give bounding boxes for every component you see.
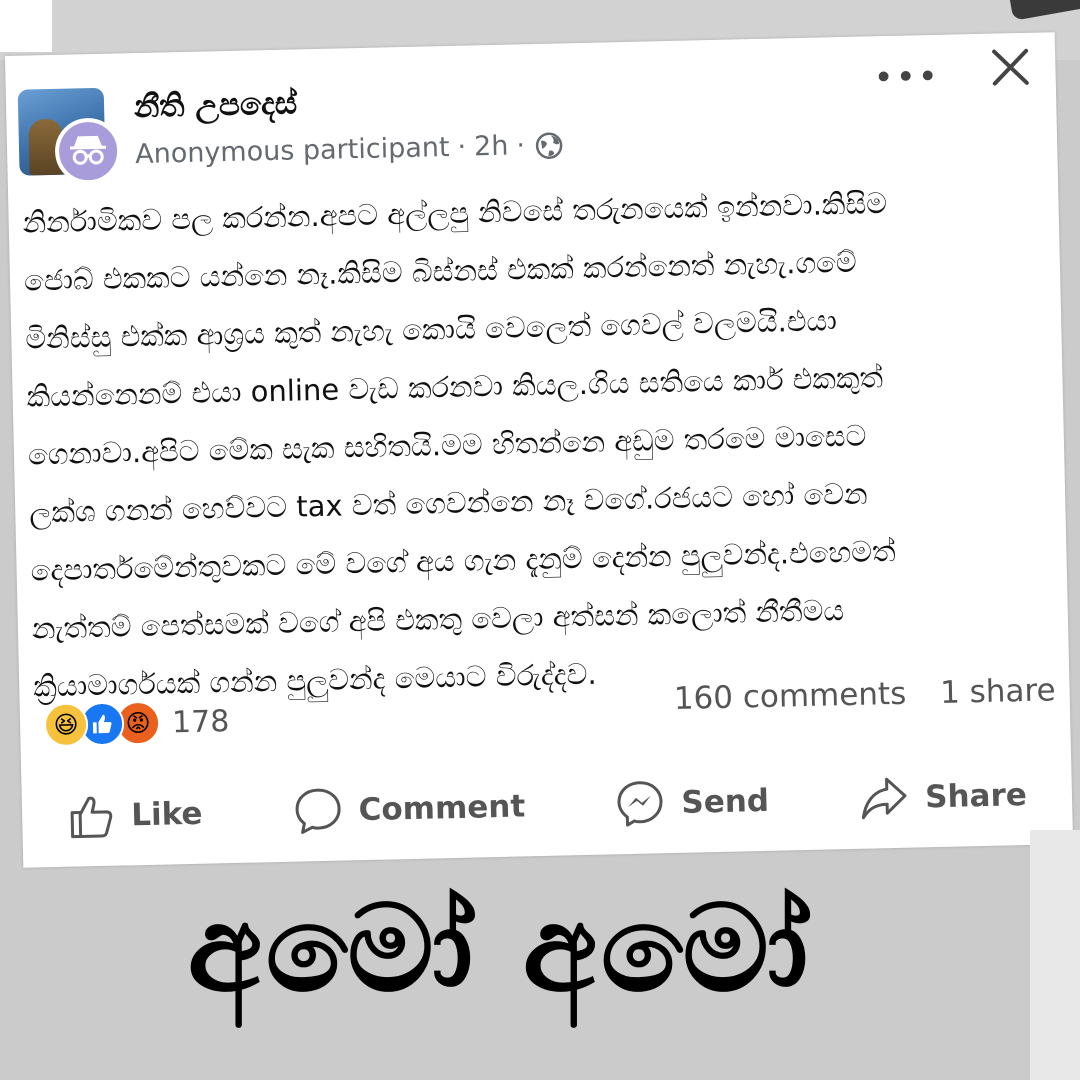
like-label: Like bbox=[130, 795, 203, 834]
send-label: Send bbox=[680, 782, 770, 821]
globe-icon bbox=[535, 131, 563, 159]
comments-count[interactable]: 160 comments bbox=[673, 676, 906, 717]
close-icon[interactable] bbox=[990, 47, 1031, 88]
comment-button[interactable]: Comment bbox=[292, 781, 526, 836]
reaction-count[interactable]: 178 bbox=[172, 704, 230, 740]
haha-reaction-icon: 😆 bbox=[43, 702, 89, 748]
post-meta: Anonymous participant · 2h · bbox=[135, 129, 563, 170]
background-edge bbox=[1030, 830, 1080, 1080]
send-button[interactable]: Send bbox=[615, 776, 770, 829]
thumbs-up-icon bbox=[70, 796, 113, 839]
share-button[interactable]: Share bbox=[859, 772, 1028, 822]
comment-label: Comment bbox=[358, 788, 526, 829]
meme-caption: අමෝ අමෝ bbox=[187, 880, 813, 1019]
more-options-icon[interactable]: ••• bbox=[873, 57, 940, 98]
meta-separator: · bbox=[516, 130, 526, 162]
action-bar: Like Comment Send Share bbox=[22, 764, 1073, 848]
anonymous-avatar bbox=[54, 117, 122, 185]
incognito-icon bbox=[69, 135, 107, 165]
meta-separator: · bbox=[457, 131, 467, 163]
messenger-icon bbox=[617, 781, 663, 827]
share-label: Share bbox=[924, 777, 1028, 816]
reactions-summary[interactable]: 😆 😡 178 bbox=[43, 699, 230, 748]
shares-count[interactable]: 1 share bbox=[940, 672, 1056, 711]
group-name[interactable]: නීති උපදෙස් bbox=[134, 85, 298, 126]
comment-bubble-icon bbox=[295, 788, 341, 834]
like-button[interactable]: Like bbox=[67, 790, 203, 841]
author-name[interactable]: Anonymous participant bbox=[135, 132, 450, 170]
background-corner bbox=[1007, 0, 1080, 21]
background-edge bbox=[0, 0, 52, 52]
share-arrow-icon bbox=[862, 777, 907, 820]
post-time[interactable]: 2h bbox=[474, 131, 509, 163]
post-avatar[interactable] bbox=[17, 87, 122, 185]
post-body: නිර්නාමිකව පල කරන්න.අපට අල්ලපු නිවසේ තරු… bbox=[22, 171, 1054, 716]
post-card: නීති උපදෙස් Anonymous participant · 2h ·… bbox=[4, 32, 1074, 868]
